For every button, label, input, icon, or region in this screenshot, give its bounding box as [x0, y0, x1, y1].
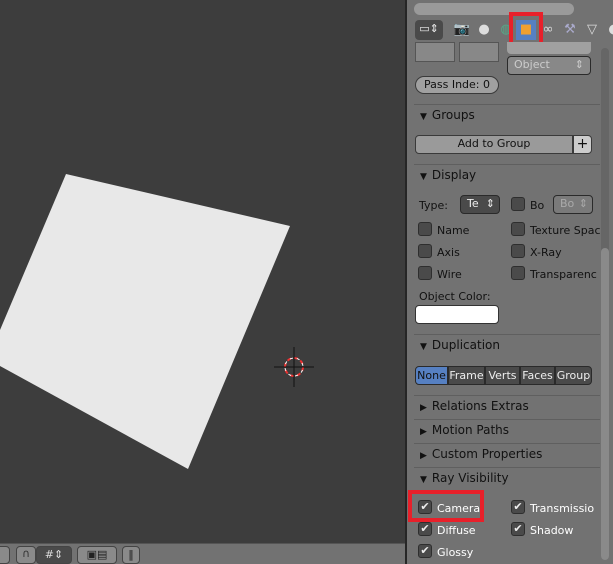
properties-panel: ▭⇕ 📷 ● ◍ ■ ∞ ⚒ ▽ ● Object⇕ Pass Inde: 0 … — [405, 0, 613, 564]
texture-space-label: Texture Spac — [530, 224, 601, 237]
section-motion-paths[interactable]: ▶ Motion Paths — [414, 419, 600, 441]
transparency-label: Transparenc — [530, 268, 597, 281]
wire-label: Wire — [437, 268, 462, 281]
section-relations-extras[interactable]: ▶ Relations Extras — [414, 395, 600, 417]
display-type-dropdown[interactable]: Te ⇕ — [460, 195, 500, 214]
xray-checkbox[interactable] — [511, 244, 525, 258]
parent-type-dropdown[interactable]: Object ⇕ — [507, 56, 591, 75]
layers-grid[interactable] — [415, 42, 455, 62]
bounds-checkbox[interactable] — [511, 197, 525, 211]
axis-label: Axis — [437, 246, 460, 259]
transparency-checkbox[interactable] — [511, 266, 525, 280]
material-icon[interactable]: ● — [604, 20, 613, 40]
axis-checkbox[interactable] — [418, 244, 432, 258]
bounds-label: Bo — [530, 199, 545, 212]
bounds-type-dropdown[interactable]: Bo ⇕ — [553, 195, 593, 214]
highlight-camera — [408, 490, 484, 522]
dupli-faces[interactable]: Faces — [520, 366, 555, 385]
transmission-label: Transmissio — [530, 502, 595, 515]
render-icon[interactable]: 📷 — [452, 20, 472, 40]
header-scrollbar[interactable] — [414, 3, 574, 15]
data-icon[interactable]: ▽ — [582, 20, 602, 40]
snap-magnet-icon[interactable]: ∩ — [16, 546, 36, 564]
section-custom-properties[interactable]: ▶ Custom Properties — [414, 443, 600, 465]
section-groups[interactable]: ▼ Groups — [414, 104, 600, 126]
viewport-canvas — [0, 174, 314, 469]
scene-icon[interactable]: ● — [474, 20, 494, 40]
section-display[interactable]: ▼ Display — [414, 164, 600, 186]
dupli-none[interactable]: None — [415, 366, 448, 385]
name-checkbox[interactable] — [418, 222, 432, 236]
shadow-checkbox[interactable]: ✔ — [511, 522, 525, 536]
transmission-checkbox[interactable]: ✔ — [511, 500, 525, 514]
modifier-icon[interactable]: ⚒ — [560, 20, 580, 40]
add-icon[interactable]: + — [573, 135, 592, 154]
parent-field[interactable] — [507, 42, 591, 54]
proportional-edit-icon[interactable] — [0, 546, 10, 564]
xray-label: X-Ray — [530, 246, 562, 259]
glossy-label: Glossy — [437, 546, 474, 559]
section-ray-visibility[interactable]: ▼ Ray Visibility — [414, 467, 600, 489]
shadow-label: Shadow — [530, 524, 574, 537]
section-duplication[interactable]: ▼ Duplication — [414, 334, 600, 356]
diffuse-label: Diffuse — [437, 524, 476, 537]
dupli-verts[interactable]: Verts — [485, 366, 520, 385]
glossy-checkbox[interactable]: ✔ — [418, 544, 432, 558]
opengl-render-icon[interactable]: ▣▤ — [77, 546, 117, 564]
snap-element-icon[interactable]: #⇕ — [36, 546, 72, 564]
panel-scrollbar-thumb[interactable] — [601, 248, 609, 560]
wire-checkbox[interactable] — [418, 266, 432, 280]
dupli-group[interactable]: Group — [555, 366, 592, 385]
editor-type-icon[interactable]: ▭⇕ — [415, 20, 443, 40]
highlight-object-tab — [509, 12, 543, 46]
3d-viewport[interactable] — [0, 0, 405, 543]
name-label: Name — [437, 224, 470, 237]
type-label: Type: — [419, 199, 448, 212]
pass-index-field[interactable]: Pass Inde: 0 — [415, 76, 499, 94]
layers-grid-2[interactable] — [459, 42, 499, 62]
object-color-label: Object Color: — [419, 290, 491, 303]
diffuse-checkbox[interactable]: ✔ — [418, 522, 432, 536]
add-to-group-button[interactable]: Add to Group — [415, 135, 573, 154]
viewport-header: ∩ #⇕ ▣▤ ‖ — [0, 543, 405, 564]
dupli-frame[interactable]: Frame — [448, 366, 485, 385]
object-color-swatch[interactable] — [415, 305, 499, 324]
texture-space-checkbox[interactable] — [511, 222, 525, 236]
pause-icon[interactable]: ‖ — [122, 546, 140, 564]
plane-object — [0, 174, 290, 469]
3d-cursor-icon — [274, 347, 314, 387]
